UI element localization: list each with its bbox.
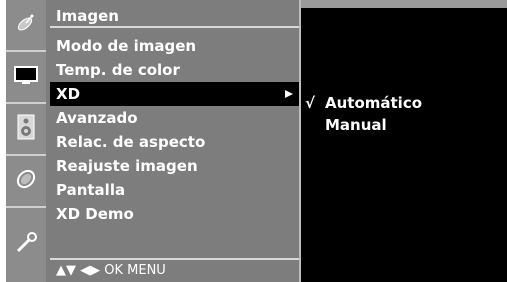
audio-category[interactable] <box>6 104 46 156</box>
menu-item-reajuste-imagen[interactable]: Reajuste imagen <box>50 154 299 178</box>
menu-item-modo-de-imagen[interactable]: Modo de imagen <box>50 34 299 58</box>
submenu-item-manual[interactable]: Manual <box>301 114 507 136</box>
menu-item-xd[interactable]: XD <box>50 82 299 106</box>
satellite-dish-icon <box>15 12 37 38</box>
menu-item-temp-de-color[interactable]: Temp. de color <box>50 58 299 82</box>
menu-item-label: XD <box>56 85 81 103</box>
menu-item-label: XD Demo <box>56 205 134 223</box>
picture-menu: Imagen Modo de imagen Temp. de color XD … <box>46 0 299 282</box>
check-mark-icon: √ <box>305 94 316 112</box>
navigation-hint-bar: ▲▼ ◀▶ OK MENU <box>50 258 299 282</box>
menu-item-avanzado[interactable]: Avanzado <box>50 106 299 130</box>
menu-item-label: Temp. de color <box>56 61 180 79</box>
menu-item-label: Reajuste imagen <box>56 157 198 175</box>
menu-title: Imagen <box>50 6 299 28</box>
submenu-item-automatico[interactable]: √ Automático <box>301 92 507 114</box>
time-category[interactable] <box>6 156 46 208</box>
menu-item-label: Modo de imagen <box>56 37 197 55</box>
option-category[interactable] <box>6 208 46 282</box>
clock-icon <box>14 167 38 195</box>
menu-item-xd-demo[interactable]: XD Demo <box>50 202 299 226</box>
submenu-item-label: Manual <box>325 116 387 134</box>
picture-icon <box>13 64 39 90</box>
submenu-item-label: Automático <box>325 94 423 112</box>
channel-category[interactable] <box>6 0 46 52</box>
menu-item-label: Avanzado <box>56 109 138 127</box>
menu-item-label: Pantalla <box>56 181 126 199</box>
menu-item-label: Relac. de aspecto <box>56 133 206 151</box>
menu-item-pantalla[interactable]: Pantalla <box>50 178 299 202</box>
xd-submenu: √ Automático Manual <box>301 8 507 282</box>
menu-item-relac-de-aspecto[interactable]: Relac. de aspecto <box>50 130 299 154</box>
settings-icon <box>14 231 38 259</box>
submenu-arrow-icon <box>285 90 293 98</box>
speaker-icon <box>17 114 35 144</box>
category-icon-bar <box>6 0 46 282</box>
picture-category[interactable] <box>6 52 46 104</box>
